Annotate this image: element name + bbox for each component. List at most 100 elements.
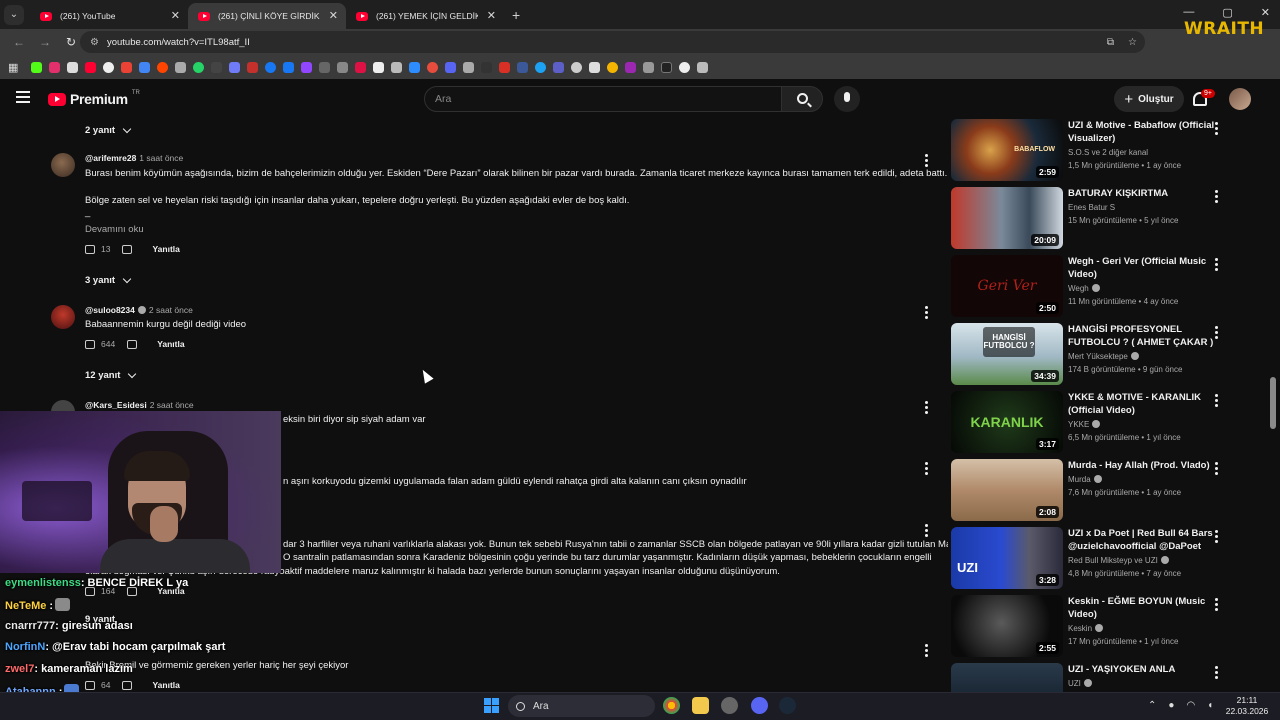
bookmark-icon[interactable] (157, 61, 169, 73)
video-title[interactable]: UZI - YAŞIYOKEN ANLA (1068, 663, 1220, 676)
video-thumbnail[interactable] (951, 663, 1063, 692)
comment-menu-icon[interactable] (925, 462, 929, 475)
bookmark-icon[interactable] (589, 61, 601, 73)
voice-search-icon[interactable] (834, 86, 860, 112)
bookmark-icon[interactable] (679, 61, 691, 73)
back-arrow-icon[interactable]: ← (12, 35, 26, 49)
video-channel[interactable]: Keskin (1068, 624, 1104, 633)
video-channel[interactable]: UZI (1068, 679, 1092, 688)
bookmark-icon[interactable] (391, 61, 403, 73)
bookmark-icon[interactable] (355, 61, 367, 73)
bookmark-icon[interactable] (31, 61, 43, 73)
read-more-link[interactable]: Devamını oku (85, 224, 144, 235)
related-video[interactable]: 20:09 BATURAY KIŞKIRTMA Enes Batur S 15 … (951, 187, 1241, 249)
like-icon[interactable] (85, 244, 95, 254)
bookmark-icon[interactable] (49, 61, 61, 73)
create-button[interactable]: + Oluştur (1114, 86, 1184, 112)
comment-username[interactable]: @suloo8234 (85, 305, 135, 315)
bookmark-icon[interactable] (607, 61, 619, 73)
bookmark-icon[interactable] (193, 61, 205, 73)
video-thumbnail[interactable]: 2:08 (951, 459, 1063, 521)
like-icon[interactable] (85, 339, 95, 349)
comment-menu-icon[interactable] (925, 644, 929, 657)
bookmark-icon[interactable] (535, 61, 547, 73)
bookmark-icon[interactable] (481, 61, 493, 73)
comment-menu-icon[interactable] (925, 524, 929, 537)
video-thumbnail[interactable]: Geri Ver 2:50 (951, 255, 1063, 317)
video-channel[interactable]: YKKE (1068, 420, 1101, 429)
video-title[interactable]: UZI & Motive - Babaflow (Official Visual… (1068, 119, 1220, 145)
bookmark-icon[interactable] (229, 61, 241, 73)
browser-tab-1[interactable]: (261) YouTube ✕ (30, 3, 188, 29)
reply-button[interactable]: Yanıtla (152, 680, 179, 690)
video-thumbnail[interactable]: BABAFLOW 2:59 (951, 119, 1063, 181)
chrome-icon[interactable] (663, 697, 680, 714)
bookmark-icon[interactable] (121, 61, 133, 73)
related-video[interactable]: 2:55 Keskin - EĞME BOYUN (Music Video) K… (951, 595, 1241, 657)
video-channel[interactable]: Red Bull Mikstеyp ve UZI (1068, 556, 1169, 565)
bookmark-icon[interactable] (247, 61, 259, 73)
bookmark-icon[interactable] (319, 61, 331, 73)
search-button[interactable] (781, 86, 823, 112)
video-title[interactable]: Murda - Hay Allah (Prod. Vlado) (1068, 459, 1220, 472)
comment-username[interactable]: @Kars_Esidesi (85, 400, 147, 410)
video-menu-icon[interactable] (1215, 190, 1219, 205)
close-tab-icon[interactable]: ✕ (329, 9, 338, 22)
video-menu-icon[interactable] (1215, 530, 1219, 545)
bookmark-icon[interactable] (139, 61, 151, 73)
comment-menu-icon[interactable] (925, 401, 929, 414)
video-title[interactable]: Wegh - Geri Ver (Official Music Video) (1068, 255, 1220, 281)
bookmark-icon[interactable] (373, 61, 385, 73)
related-video[interactable]: 2:08 Murda - Hay Allah (Prod. Vlado) Mur… (951, 459, 1241, 521)
file-explorer-icon[interactable] (692, 697, 709, 714)
video-thumbnail[interactable]: KARANLIK 3:17 (951, 391, 1063, 453)
bookmark-icon[interactable] (553, 61, 565, 73)
taskbar-search[interactable]: Ara (508, 695, 655, 717)
video-menu-icon[interactable] (1215, 666, 1219, 681)
settings-gear-icon[interactable] (721, 697, 738, 714)
bookmark-icon[interactable] (517, 61, 529, 73)
related-video[interactable]: UZI - YAŞIYOKEN ANLA UZI (951, 663, 1241, 692)
install-app-icon[interactable]: ⧉ (1107, 37, 1114, 48)
bookmark-icon[interactable] (571, 61, 583, 73)
video-thumbnail[interactable]: UZI 3:28 (951, 527, 1063, 589)
comment-menu-icon[interactable] (925, 306, 929, 319)
comment-time[interactable]: 1 saat önce (139, 153, 183, 163)
bookmark-icon[interactable] (661, 61, 673, 73)
comment-time[interactable]: 2 saat önce (150, 400, 194, 410)
windows-start-icon[interactable] (484, 698, 499, 713)
related-video[interactable]: Geri Ver 2:50 Wegh - Geri Ver (Official … (951, 255, 1241, 317)
replies-toggle[interactable]: 2 yanıt (85, 124, 132, 136)
youtube-premium-logo[interactable]: Premium TR (48, 90, 140, 107)
page-scrollbar[interactable] (1270, 377, 1276, 429)
comment-username[interactable]: @arifemre28 (85, 153, 136, 163)
close-tab-icon[interactable]: ✕ (171, 9, 180, 22)
video-menu-icon[interactable] (1215, 258, 1219, 273)
close-window-icon[interactable]: ✕ (1261, 6, 1270, 19)
video-title[interactable]: BATURAY KIŞKIRTMA (1068, 187, 1220, 200)
search-input[interactable]: Ara (424, 86, 782, 112)
bookmark-icon[interactable] (103, 61, 115, 73)
commenter-avatar[interactable] (51, 305, 75, 329)
bookmark-icon[interactable] (643, 61, 655, 73)
browser-tab-3[interactable]: (261) YEMEK İÇİN GELDİK, EVE ✕ (346, 3, 504, 29)
bookmark-icon[interactable] (301, 61, 313, 73)
bookmark-icon[interactable] (463, 61, 475, 73)
site-info-icon[interactable]: ⚙ (90, 37, 99, 48)
comment-menu-icon[interactable] (925, 154, 929, 167)
video-thumbnail[interactable]: 20:09 (951, 187, 1063, 249)
browser-tab-2[interactable]: (261) ÇİNLİ KÖYE GİRDİK GİRMİ ✕ (188, 3, 346, 29)
dislike-icon[interactable] (122, 680, 133, 690)
video-menu-icon[interactable] (1215, 122, 1219, 137)
bookmark-icon[interactable] (283, 61, 295, 73)
bookmark-icon[interactable] (175, 61, 187, 73)
bookmark-icon[interactable] (85, 61, 97, 73)
bookmark-star-icon[interactable]: ☆ (1128, 37, 1137, 48)
replies-toggle[interactable]: 3 yanıt (85, 274, 132, 286)
close-tab-icon[interactable]: ✕ (487, 9, 496, 22)
dislike-icon[interactable] (122, 244, 133, 254)
video-menu-icon[interactable] (1215, 598, 1219, 613)
video-channel[interactable]: Enes Batur S (1068, 203, 1115, 212)
bookmark-icon[interactable] (625, 61, 637, 73)
apps-grid-icon[interactable]: ▦ (8, 61, 18, 74)
